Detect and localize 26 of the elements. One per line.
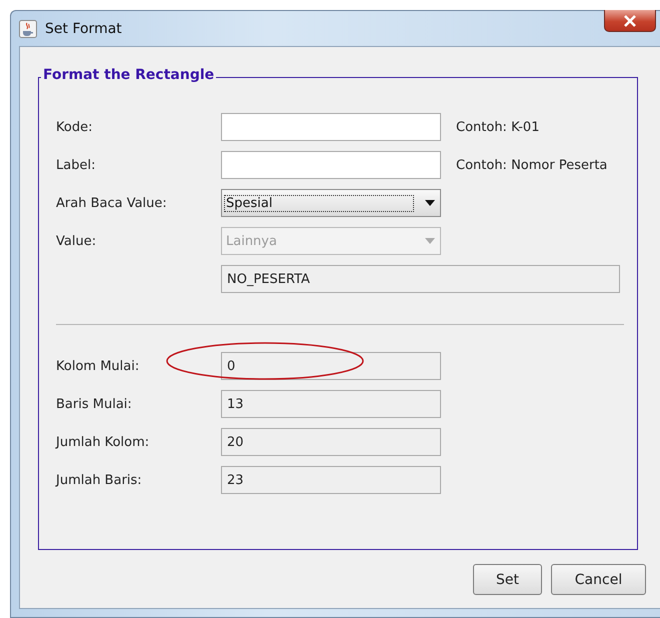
field-label: Label: [56, 158, 96, 172]
dropdown[interactable]: Spesial [221, 189, 441, 217]
java-cup-icon [19, 20, 37, 38]
set-button[interactable]: Set [473, 564, 542, 595]
number-field[interactable]: 20 [221, 428, 441, 456]
window-title: Set Format [45, 20, 122, 36]
cancel-button[interactable]: Cancel [551, 564, 646, 595]
field-label: Baris Mulai: [56, 396, 133, 412]
close-button[interactable] [604, 10, 656, 32]
example-hint: Contoh: K-01 [456, 120, 540, 134]
dropdown-arrow-icon [425, 200, 435, 206]
group-title: Format the Rectangle [41, 67, 216, 83]
number-field[interactable]: 13 [221, 390, 441, 418]
field-label: Jumlah Baris: [56, 472, 143, 488]
dropdown-arrow-icon [425, 238, 435, 244]
text-field[interactable] [221, 113, 441, 141]
field-label: Arah Baca Value: [56, 196, 168, 210]
number-field[interactable]: 0 [221, 352, 441, 380]
text-field[interactable] [221, 151, 441, 179]
field-label: Kode: [56, 120, 94, 134]
field-label: Kolom Mulai: [56, 358, 140, 374]
example-hint: Contoh: Nomor Peserta [456, 158, 608, 172]
close-icon [623, 14, 637, 26]
field-label: Jumlah Kolom: [56, 434, 150, 450]
field-label: Value: [56, 234, 98, 248]
number-field[interactable]: 23 [221, 466, 441, 494]
